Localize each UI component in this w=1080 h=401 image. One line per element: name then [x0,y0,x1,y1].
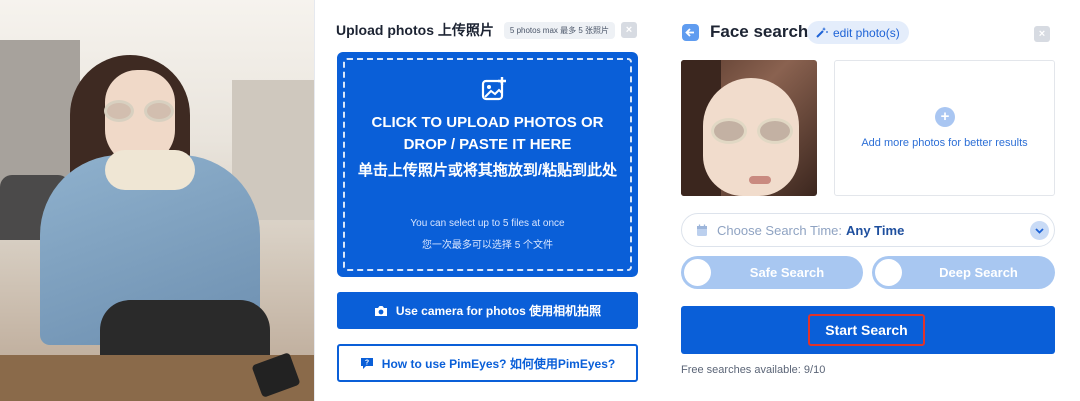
face-search-title: Face search [710,22,809,41]
drop-hint-en: You can select up to 5 files at once [410,218,565,229]
magic-wand-icon [816,27,828,38]
deep-search-toggle[interactable]: Deep Search [872,256,1055,289]
source-photo [0,0,314,401]
upload-title: Upload photos 上传照片 [336,22,494,38]
thumbnail-glasses-left [711,118,747,144]
add-more-photos-label: Add more photos for better results [861,137,1028,149]
how-to-use-button[interactable]: ? How to use PimEyes? 如何使用PimEyes? [337,344,638,382]
start-search-label: Start Search [808,314,925,346]
add-icon: + [935,107,955,127]
help-chat-icon: ? [360,358,373,369]
drop-hint-cn: 您一次最多可以选择 5 个文件 [421,240,554,251]
upload-header: Upload photos 上传照片 5 photos max 最多 5 张照片 [336,20,616,40]
safe-search-toggle[interactable]: Safe Search [681,256,863,289]
calendar-icon [697,224,707,236]
thumbnail-glasses-right [757,118,793,144]
sunglasses [100,100,180,122]
safe-search-label: Safe Search [749,265,825,280]
how-to-use-label: How to use PimEyes? 如何使用PimEyes? [381,356,616,371]
drop-instructions-en: CLICK TO UPLOAD PHOTOS OR DROP / PASTE I… [371,114,604,153]
start-search-button[interactable]: Start Search [681,306,1055,354]
dropzone-border: CLICK TO UPLOAD PHOTOS OR DROP / PASTE I… [343,58,632,271]
svg-text:?: ? [365,360,369,367]
use-camera-label: Use camera for photos 使用相机拍照 [395,304,602,318]
free-searches-counter: Free searches available: 9/10 [681,364,826,376]
camera-icon [374,306,387,316]
chevron-down-icon[interactable] [1030,221,1049,240]
jacket-collar [105,150,195,190]
chevron-glyph [1035,228,1044,234]
upload-panel: Upload photos 上传照片 5 photos max 最多 5 张照片… [314,0,659,401]
max-photos-badge: 5 photos max 最多 5 张照片 [503,21,616,39]
face-search-panel: Face search edit photo(s) × + Add more p… [659,0,1080,401]
uploaded-face-thumbnail[interactable] [681,60,817,196]
close-icon[interactable]: × [1034,26,1050,42]
drop-instructions-cn: 单击上传照片或将其拖放到/粘贴到此处 [357,162,618,179]
search-time-value: Any Time [846,222,905,238]
use-camera-button[interactable]: Use camera for photos 使用相机拍照 [337,292,638,329]
deep-search-label: Deep Search [939,265,1018,280]
image-upload-icon [481,77,506,101]
edit-photos-button[interactable]: edit photo(s) [807,21,909,44]
search-time-label: Choose Search Time: [717,222,843,238]
add-more-photos-slot[interactable]: + Add more photos for better results [834,60,1055,196]
back-arrow-glyph [685,28,694,37]
thumbnail-lips [749,176,771,184]
edit-photos-label: edit photo(s) [833,25,900,40]
upload-dropzone[interactable]: CLICK TO UPLOAD PHOTOS OR DROP / PASTE I… [337,52,638,277]
search-time-select[interactable]: Choose Search Time: Any Time [681,213,1055,247]
back-arrow-icon[interactable] [682,24,699,41]
close-icon[interactable]: × [621,22,637,38]
app-root: Upload photos 上传照片 5 photos max 最多 5 张照片… [0,0,1080,401]
